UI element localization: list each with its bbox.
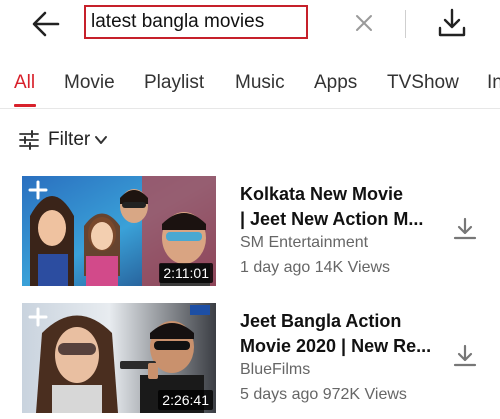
video-title-line1[interactable]: Kolkata New Movie: [240, 182, 446, 206]
video-title-line2[interactable]: | Jeet New Action M...: [240, 207, 446, 231]
channel-name[interactable]: BlueFilms: [240, 361, 310, 379]
sliders-icon: [19, 130, 39, 150]
video-thumbnail[interactable]: 2:11:01: [22, 176, 216, 286]
tab-all[interactable]: All: [14, 72, 35, 94]
add-to-playlist-button[interactable]: [26, 305, 50, 329]
search-bar: latest bangla movies: [0, 0, 500, 48]
clear-search-button[interactable]: [351, 10, 377, 36]
arrow-left-icon: [32, 11, 60, 37]
plus-icon: [28, 307, 48, 327]
tabs-divider: [0, 108, 500, 109]
tab-tvshow[interactable]: TVShow: [387, 72, 459, 94]
video-title-line2[interactable]: Movie 2020 | New Re...: [240, 334, 446, 358]
video-meta: 1 day ago 14K Views: [240, 259, 391, 276]
video-thumbnail[interactable]: 2:26:41: [22, 303, 216, 413]
add-to-playlist-button[interactable]: [26, 178, 50, 202]
download-icon: [453, 217, 477, 240]
video-duration: 2:26:41: [158, 390, 213, 410]
video-meta: 5 days ago 972K Views: [240, 386, 407, 403]
download-button[interactable]: [452, 343, 478, 371]
download-button[interactable]: [452, 216, 478, 244]
category-tabs: All Movie Playlist Music Apps TVShow In: [0, 62, 500, 108]
download-icon: [453, 344, 477, 367]
list-item[interactable]: 2:11:01 Kolkata New Movie | Jeet New Act…: [0, 176, 500, 288]
list-item[interactable]: 2:26:41 Jeet Bangla Action Movie 2020 | …: [0, 303, 500, 415]
downloads-button[interactable]: [434, 5, 470, 41]
video-duration: 2:11:01: [159, 263, 213, 283]
plus-icon: [28, 180, 48, 200]
tab-playlist[interactable]: Playlist: [144, 72, 204, 94]
channel-name[interactable]: SM Entertainment: [240, 234, 368, 252]
filter-button[interactable]: Filter: [18, 126, 108, 154]
back-button[interactable]: [26, 6, 66, 42]
tab-in[interactable]: In: [487, 72, 500, 94]
search-input[interactable]: latest bangla movies: [84, 5, 308, 39]
active-tab-indicator: [14, 104, 36, 107]
tab-music[interactable]: Music: [235, 72, 285, 94]
video-title-line1[interactable]: Jeet Bangla Action: [240, 309, 446, 333]
tab-apps[interactable]: Apps: [314, 72, 357, 94]
toolbar-divider: [405, 10, 406, 38]
download-icon: [438, 8, 466, 37]
filter-label: Filter: [48, 129, 91, 150]
chevron-down-icon: [95, 136, 108, 144]
close-icon: [356, 15, 372, 31]
tab-movie[interactable]: Movie: [64, 72, 115, 94]
